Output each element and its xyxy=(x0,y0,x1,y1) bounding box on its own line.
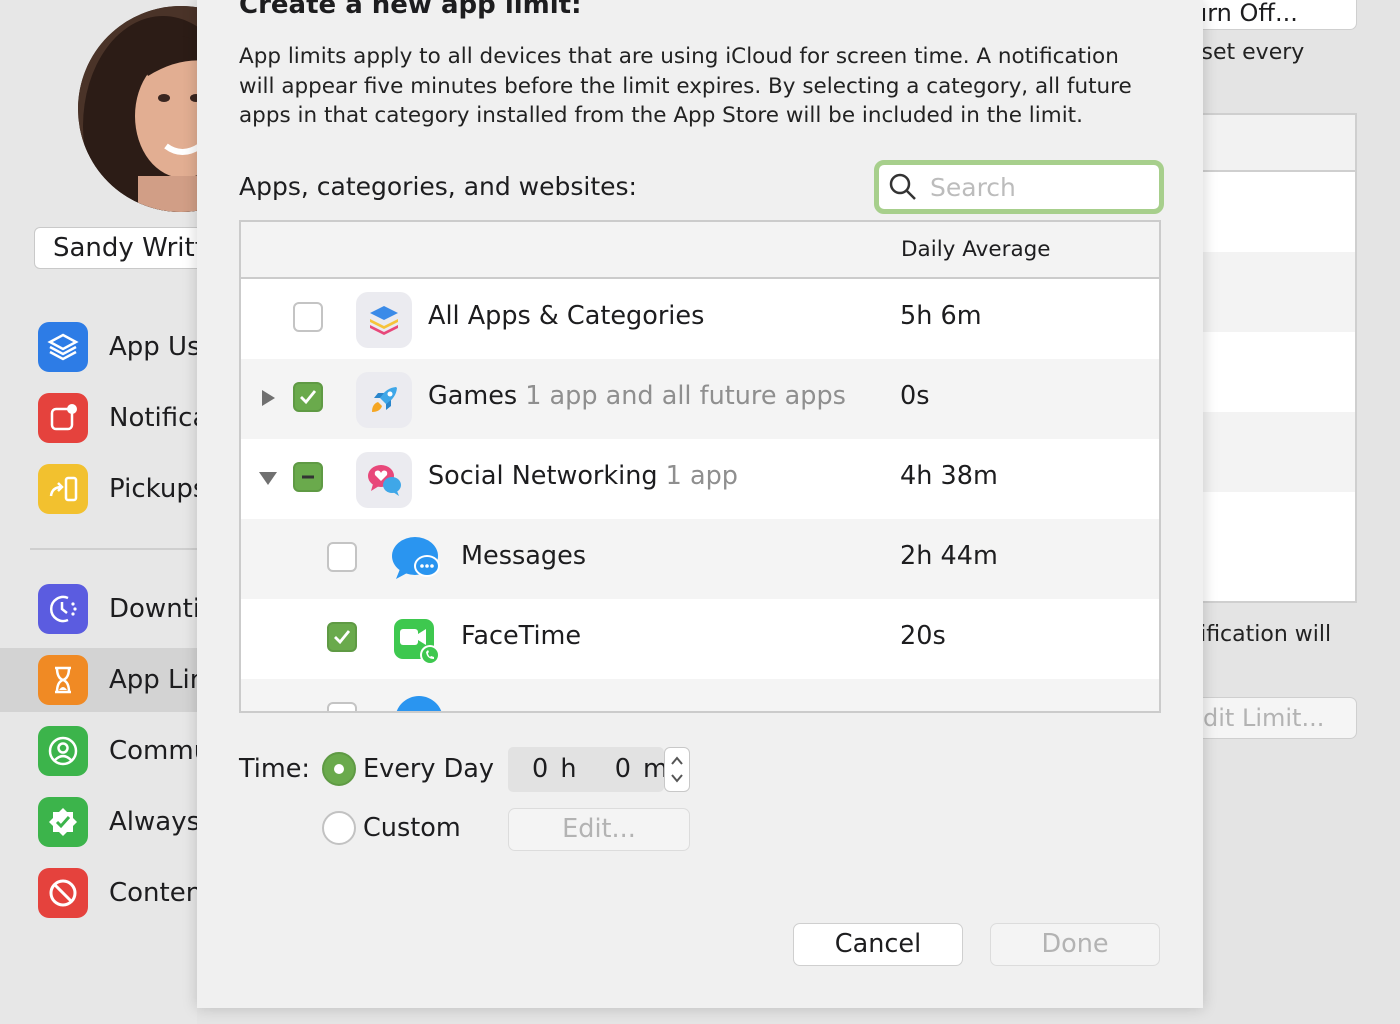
row-daily-average: 20s xyxy=(900,621,946,651)
checkmark-badge-icon xyxy=(38,797,88,847)
layers-icon xyxy=(38,322,88,372)
checkbox[interactable] xyxy=(293,382,323,412)
table-row[interactable]: Messages 2h 44m xyxy=(241,519,1159,599)
facetime-icon xyxy=(389,612,445,668)
row-name: FaceTime xyxy=(461,621,582,651)
done-button[interactable]: Done xyxy=(990,923,1160,966)
stepper-arrows-icon xyxy=(671,756,683,783)
checkbox[interactable] xyxy=(327,542,357,572)
sheet-description: App limits apply to all devices that are… xyxy=(239,44,1132,128)
row-name: Games 1 app and all future apps xyxy=(428,381,846,411)
daily-average-header[interactable]: Daily Average xyxy=(901,237,1051,262)
app-limit-sheet: Create a new app limit: App limits apply… xyxy=(197,0,1203,1008)
mixed-state-icon xyxy=(302,475,314,479)
row-subtitle: 1 app and all future apps xyxy=(525,381,846,411)
table-row[interactable]: All Apps & Categories 5h 6m xyxy=(241,279,1159,359)
cancel-button[interactable]: Cancel xyxy=(793,923,963,966)
prohibited-icon xyxy=(38,868,88,918)
notification-icon xyxy=(38,393,88,443)
contact-icon xyxy=(38,726,88,776)
edit-schedule-button[interactable]: Edit... xyxy=(508,808,690,851)
sidebar-item-label: Conten xyxy=(109,878,203,908)
social-heart-icon xyxy=(356,452,412,508)
sidebar-item-label: App Us xyxy=(109,332,201,362)
row-name: All Apps & Categories xyxy=(428,301,705,331)
list-label: Apps, categories, and websites: xyxy=(239,172,637,201)
downtime-icon xyxy=(38,584,88,634)
table-row[interactable]: Social Networking 1 app 4h 38m xyxy=(241,439,1159,519)
sidebar-item-label: Downti xyxy=(109,594,201,624)
table-row[interactable]: Games 1 app and all future apps 0s xyxy=(241,359,1159,439)
custom-label[interactable]: Custom xyxy=(363,813,461,843)
hours-value[interactable]: 0 h xyxy=(532,754,577,784)
table-header: Daily Average xyxy=(241,222,1159,279)
telegram-icon xyxy=(391,692,447,711)
row-daily-average: 2h 44m xyxy=(900,541,998,571)
every-day-label[interactable]: Every Day xyxy=(363,754,494,784)
disclosure-expanded-icon[interactable] xyxy=(258,468,278,488)
search-field[interactable] xyxy=(874,160,1164,214)
row-name: Social Networking 1 app xyxy=(428,461,738,491)
sidebar-item-label: Pickups xyxy=(109,474,207,504)
hourglass-icon xyxy=(38,655,88,705)
minutes-value[interactable]: 0 m xyxy=(615,754,668,784)
every-day-radio[interactable] xyxy=(322,752,356,786)
time-stepper[interactable] xyxy=(664,747,690,792)
pickup-icon xyxy=(38,464,88,514)
sidebar-item-label: Notifica xyxy=(109,403,209,433)
apps-table: Daily Average All Apps & Categories 5h 6… xyxy=(239,220,1161,713)
checkbox[interactable] xyxy=(293,302,323,332)
messages-icon xyxy=(389,532,445,588)
rocket-icon xyxy=(356,372,412,428)
row-daily-average: 5h 6m xyxy=(900,301,982,331)
checkmark-icon xyxy=(334,630,351,645)
sidebar-item-label: Always xyxy=(109,807,201,837)
checkbox[interactable] xyxy=(293,462,323,492)
disclosure-collapsed-icon[interactable] xyxy=(258,388,278,408)
custom-radio[interactable] xyxy=(322,811,356,845)
all-apps-stack-icon xyxy=(356,292,412,348)
sidebar-item-label: App Lin xyxy=(109,665,207,695)
checkmark-icon xyxy=(300,390,317,405)
search-icon xyxy=(889,173,916,200)
row-name: Messages xyxy=(461,541,587,571)
reset-text: eset every xyxy=(1188,40,1305,65)
time-label: Time: xyxy=(239,754,310,784)
row-daily-average: 0s xyxy=(900,381,930,411)
checkbox[interactable] xyxy=(327,622,357,652)
time-value-field[interactable]: 0 h 0 m xyxy=(508,747,668,792)
table-row[interactable]: FaceTime 20s xyxy=(241,599,1159,679)
checkbox[interactable] xyxy=(327,702,357,711)
row-subtitle: 1 app xyxy=(665,461,738,491)
row-daily-average: 4h 38m xyxy=(900,461,998,491)
sidebar-item-label: Commu xyxy=(109,736,211,766)
sheet-title: Create a new app limit: xyxy=(239,0,582,20)
search-input[interactable] xyxy=(930,172,1150,202)
table-row-clipped[interactable] xyxy=(241,679,1159,711)
